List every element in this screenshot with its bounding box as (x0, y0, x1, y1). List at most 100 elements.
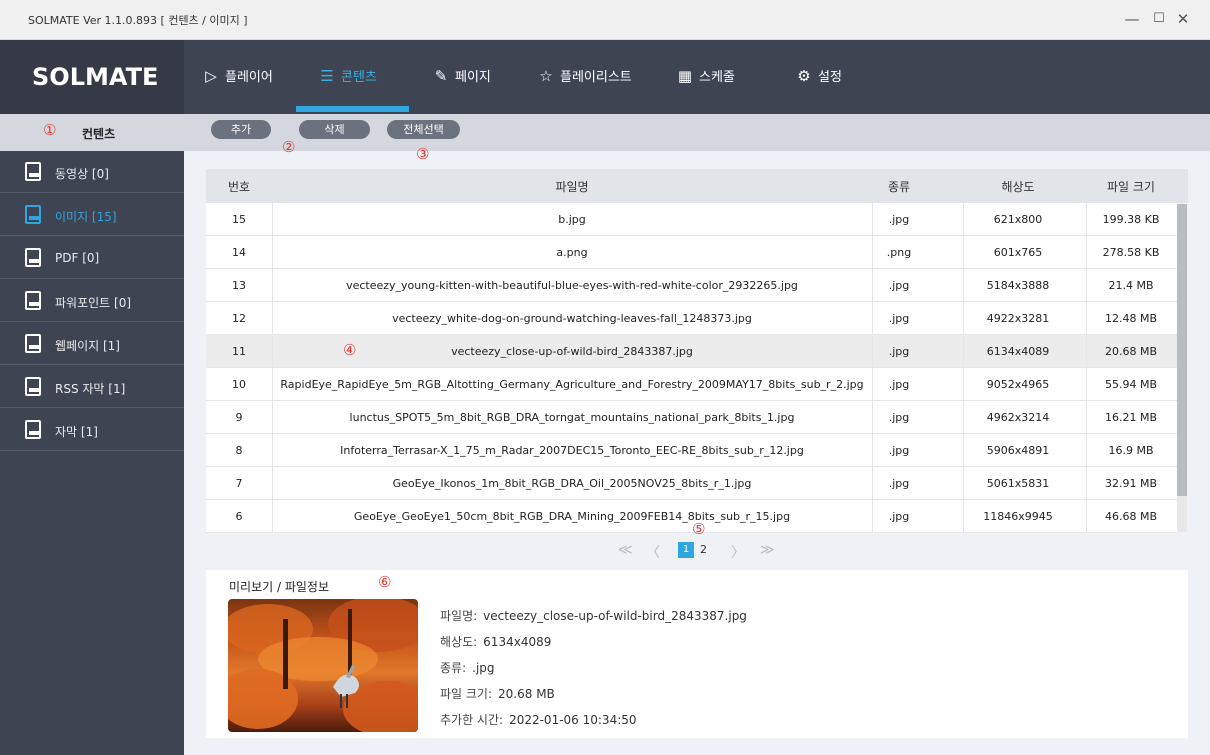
column-divider (1086, 467, 1087, 499)
nav-label: 페이지 (455, 70, 491, 85)
cell-type: .jpg (888, 311, 910, 325)
last-page-icon[interactable]: ≫ (760, 542, 775, 558)
calendar-icon: ▦ (677, 67, 693, 85)
column-divider (1086, 302, 1087, 334)
logo-text: SOLMATE (32, 63, 159, 91)
delete-button[interactable]: 삭제 (299, 120, 370, 139)
cell-number: 10 (232, 377, 246, 391)
column-divider (1086, 434, 1087, 466)
info-resolution: 해상도: 6134x4089 (440, 633, 551, 650)
annotation-marker: ① (43, 121, 57, 139)
nav-playlist[interactable]: ☆ 플레이리스트 (537, 40, 632, 114)
cell-type: .jpg (888, 443, 910, 457)
column-divider (272, 401, 273, 433)
cell-number: 9 (235, 410, 243, 424)
col-type[interactable]: 종류 (870, 169, 928, 203)
nav-contents[interactable]: ☰ 콘텐츠 (318, 40, 377, 114)
table-row[interactable]: 7 GeoEye_Ikonos_1m_8bit_RGB_DRA_Oil_2005N… (206, 467, 1177, 500)
nav-active-indicator (296, 106, 409, 112)
toolbar: 추가 삭제 전체선택 (184, 114, 1210, 151)
info-label: 추가한 시간: (440, 713, 504, 727)
first-page-icon[interactable]: ≪ (618, 542, 633, 558)
col-resolution[interactable]: 해상도 (973, 169, 1063, 203)
nav-page[interactable]: ✎ 페이지 (432, 40, 491, 114)
column-divider (1086, 269, 1087, 301)
table-scrollbar[interactable] (1177, 204, 1187, 532)
table-header: 번호 파일명 종류 해상도 파일 크기 (206, 169, 1188, 203)
sidebar-item-pdf[interactable]: PDF [0] (0, 237, 184, 279)
play-icon: ▷ (205, 67, 217, 85)
gear-icon: ⚙ (797, 67, 811, 85)
cell-filesize: 32.91 MB (1104, 476, 1158, 490)
cell-resolution: 5184x3888 (986, 278, 1050, 292)
annotation-marker: ⑤ (692, 520, 706, 538)
info-added-time: 추가한 시간: 2022-01-06 10:34:50 (440, 711, 637, 728)
cell-type: .jpg (888, 476, 910, 490)
col-number[interactable]: 번호 (206, 169, 272, 203)
rss-file-icon (25, 377, 41, 396)
cell-type: .jpg (888, 377, 910, 391)
sidebar-item-subtitle[interactable]: 자막 [1] (0, 409, 184, 451)
minimize-icon[interactable]: — (1120, 8, 1144, 30)
column-divider (872, 401, 873, 433)
table-row[interactable]: 12 vecteezy_white-dog-on-ground-watching-… (206, 302, 1177, 335)
column-divider (872, 203, 873, 235)
info-value: 2022-01-06 10:34:50 (509, 713, 637, 727)
table-row[interactable]: 8 Infoterra_Terrasar-X_1_75_m_Radar_2007D… (206, 434, 1177, 467)
cell-resolution: 9052x4965 (986, 377, 1050, 391)
column-divider (1086, 401, 1087, 433)
sidebar-item-image[interactable]: 이미지 [15] (0, 194, 184, 236)
column-divider (272, 335, 273, 367)
column-divider (963, 368, 964, 400)
cell-number: 11 (232, 344, 246, 358)
info-label: 파일 크기: (440, 687, 493, 701)
cell-filename: GeoEye_GeoEye1_50cm_8bit_RGB_DRA_Mining_… (353, 509, 791, 523)
column-divider (872, 302, 873, 334)
list-icon: ☰ (320, 67, 334, 85)
nav-settings[interactable]: ⚙ 설정 (795, 40, 842, 114)
table-row[interactable]: 14 a.png .png 601x765 278.58 KB (206, 236, 1177, 269)
nav-schedule[interactable]: ▦ 스케줄 (676, 40, 735, 114)
column-divider (872, 269, 873, 301)
sidebar-item-rss[interactable]: RSS 자막 [1] (0, 366, 184, 408)
maximize-icon[interactable]: ☐ (1147, 8, 1171, 30)
cell-filesize: 55.94 MB (1104, 377, 1158, 391)
table-row[interactable]: 13 vecteezy_young-kitten-with-beautiful-b… (206, 269, 1177, 302)
column-divider (872, 368, 873, 400)
nav-player[interactable]: ▷ 플레이어 (202, 40, 273, 114)
sidebar-item-label: 동영상 [0] (55, 167, 109, 181)
add-button[interactable]: 추가 (211, 120, 271, 139)
cell-type: .jpg (888, 212, 910, 226)
cell-resolution: 621x800 (993, 212, 1043, 226)
sidebar-item-video[interactable]: 동영상 [0] (0, 151, 184, 193)
sidebar-item-powerpoint[interactable]: 파워포인트 [0] (0, 280, 184, 322)
cell-resolution: 11846x9945 (983, 509, 1053, 523)
cell-filename: Infoterra_Terrasar-X_1_75_m_Radar_2007DE… (340, 443, 804, 457)
table-row[interactable]: 10 RapidEye_RapidEye_5m_RGB_Altotting_Ger… (206, 368, 1177, 401)
page-1-button[interactable]: 1 (678, 542, 694, 558)
cell-filename: b.jpg (558, 212, 586, 226)
select-all-button[interactable]: 전체선택 (387, 120, 460, 139)
close-icon[interactable]: ✕ (1171, 8, 1195, 30)
col-filename[interactable]: 파일명 (272, 169, 872, 203)
info-label: 파일명: (440, 609, 478, 623)
cell-filename: lunctus_SPOT5_5m_8bit_RGB_DRA_torngat_mo… (349, 410, 795, 424)
cell-number: 8 (235, 443, 243, 457)
column-divider (272, 500, 273, 532)
col-filesize[interactable]: 파일 크기 (1086, 169, 1176, 203)
info-value: 6134x4089 (483, 635, 552, 649)
table-row[interactable]: 9 lunctus_SPOT5_5m_8bit_RGB_DRA_torngat_m… (206, 401, 1177, 434)
top-nav: SOLMATE ▷ 플레이어 ☰ 콘텐츠 ✎ 페이지 ☆ 플레이리스트 ▦ 스케줄 ⚙ 설정 (0, 40, 1210, 114)
prev-page-icon[interactable]: 〈 (646, 542, 660, 562)
sidebar-item-label: RSS 자막 [1] (55, 382, 126, 396)
next-page-icon[interactable]: 〉 (731, 542, 745, 562)
cell-number: 7 (235, 476, 243, 490)
column-divider (1086, 368, 1087, 400)
scrollbar-thumb[interactable] (1177, 204, 1187, 496)
sidebar-item-label: PDF [0] (55, 251, 100, 265)
page-2-button[interactable]: 2 (700, 543, 707, 556)
table-row[interactable]: 15 b.jpg .jpg 621x800 199.38 KB (206, 203, 1177, 236)
column-divider (963, 500, 964, 532)
info-value: .jpg (472, 661, 495, 675)
sidebar-item-webpage[interactable]: 웹페이지 [1] (0, 323, 184, 365)
